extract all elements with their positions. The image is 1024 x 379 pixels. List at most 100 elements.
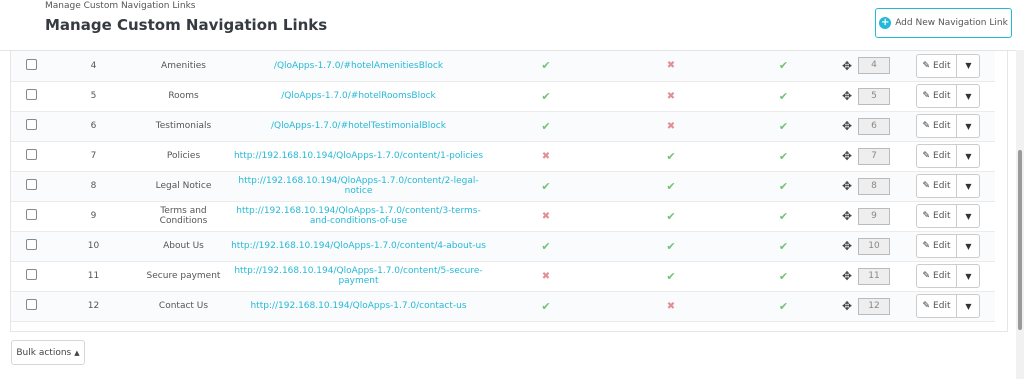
status-cell[interactable]: ✔ xyxy=(486,51,606,82)
move-icon[interactable]: ✥ xyxy=(842,149,852,163)
link-text[interactable]: http://192.168.10.194/QloApps-1.7.0/cont… xyxy=(234,266,482,286)
status-cell[interactable]: ✔ xyxy=(736,141,831,172)
cross-icon[interactable]: ✖ xyxy=(667,301,675,312)
row-checkbox[interactable] xyxy=(25,179,37,190)
caret-down-icon[interactable]: ▼ xyxy=(957,205,979,227)
edit-button[interactable]: ✎ Edit xyxy=(917,265,958,287)
status-cell[interactable]: ✔ xyxy=(486,291,606,322)
breadcrumb[interactable]: Manage Custom Navigation Links xyxy=(45,1,195,11)
check-icon[interactable]: ✔ xyxy=(666,270,675,283)
check-icon[interactable]: ✔ xyxy=(779,270,788,283)
caret-down-icon[interactable]: ▼ xyxy=(957,85,979,107)
status-cell[interactable]: ✔ xyxy=(606,231,736,262)
status-cell[interactable]: ✔ xyxy=(606,201,736,232)
check-icon[interactable]: ✔ xyxy=(541,180,550,193)
status-cell[interactable]: ✔ xyxy=(606,171,736,202)
cross-icon[interactable]: ✖ xyxy=(542,151,550,162)
move-icon[interactable]: ✥ xyxy=(842,209,852,223)
row-checkbox[interactable] xyxy=(25,239,37,250)
status-cell[interactable]: ✔ xyxy=(486,171,606,202)
move-icon[interactable]: ✥ xyxy=(842,119,852,133)
check-icon[interactable]: ✔ xyxy=(779,150,788,163)
caret-down-icon[interactable]: ▼ xyxy=(957,115,979,137)
bulk-actions-button[interactable]: Bulk actions ▲ xyxy=(11,340,85,365)
edit-button[interactable]: ✎ Edit xyxy=(917,54,958,77)
row-checkbox[interactable] xyxy=(25,58,37,70)
caret-down-icon[interactable]: ▼ xyxy=(957,265,979,287)
status-cell[interactable]: ✔ xyxy=(736,51,831,82)
check-icon[interactable]: ✔ xyxy=(541,240,550,253)
row-checkbox[interactable] xyxy=(25,149,37,160)
check-icon[interactable]: ✔ xyxy=(666,210,675,223)
check-icon[interactable]: ✔ xyxy=(541,59,550,72)
edit-button[interactable]: ✎ Edit xyxy=(917,295,958,317)
caret-down-icon[interactable]: ▼ xyxy=(957,295,979,317)
check-icon[interactable]: ✔ xyxy=(541,120,550,133)
check-icon[interactable]: ✔ xyxy=(779,120,788,133)
link-text[interactable]: /QloApps-1.7.0/#hotelRoomsBlock xyxy=(281,91,436,101)
status-cell[interactable]: ✔ xyxy=(606,261,736,292)
edit-button[interactable]: ✎ Edit xyxy=(917,175,958,197)
scrollbar-thumb[interactable] xyxy=(1018,150,1022,330)
row-checkbox[interactable] xyxy=(25,89,37,100)
link-text[interactable]: /QloApps-1.7.0/#hotelAmenitiesBlock xyxy=(274,61,443,71)
edit-button[interactable]: ✎ Edit xyxy=(917,205,958,227)
check-icon[interactable]: ✔ xyxy=(541,90,550,103)
status-cell[interactable]: ✔ xyxy=(606,141,736,172)
vertical-scrollbar[interactable] xyxy=(1016,50,1024,379)
link-text[interactable]: http://192.168.10.194/QloApps-1.7.0/cont… xyxy=(234,151,483,161)
status-cell[interactable]: ✖ xyxy=(606,111,736,142)
cross-icon[interactable]: ✖ xyxy=(667,91,675,102)
link-text[interactable]: /QloApps-1.7.0/#hotelTestimonialBlock xyxy=(271,121,446,131)
cross-icon[interactable]: ✖ xyxy=(542,271,550,282)
caret-down-icon[interactable]: ▼ xyxy=(957,175,979,197)
check-icon[interactable]: ✔ xyxy=(779,210,788,223)
status-cell[interactable]: ✖ xyxy=(486,201,606,232)
check-icon[interactable]: ✔ xyxy=(779,300,788,313)
caret-down-icon[interactable]: ▼ xyxy=(957,235,979,257)
edit-button[interactable]: ✎ Edit xyxy=(917,235,958,257)
check-icon[interactable]: ✔ xyxy=(779,90,788,103)
status-cell[interactable]: ✔ xyxy=(736,171,831,202)
status-cell[interactable]: ✔ xyxy=(736,111,831,142)
check-icon[interactable]: ✔ xyxy=(666,150,675,163)
check-icon[interactable]: ✔ xyxy=(541,300,550,313)
caret-down-icon[interactable]: ▼ xyxy=(957,145,979,167)
move-icon[interactable]: ✥ xyxy=(842,269,852,283)
status-cell[interactable]: ✖ xyxy=(486,141,606,172)
check-icon[interactable]: ✔ xyxy=(666,240,675,253)
status-cell[interactable]: ✔ xyxy=(486,111,606,142)
link-text[interactable]: http://192.168.10.194/QloApps-1.7.0/cont… xyxy=(250,301,466,311)
status-cell[interactable]: ✖ xyxy=(486,261,606,292)
add-new-navigation-link-button[interactable]: + Add New Navigation Link xyxy=(875,8,1012,38)
link-text[interactable]: http://192.168.10.194/QloApps-1.7.0/cont… xyxy=(238,176,478,196)
status-cell[interactable]: ✔ xyxy=(736,231,831,262)
caret-down-icon[interactable]: ▼ xyxy=(957,55,979,77)
move-icon[interactable]: ✥ xyxy=(842,59,852,73)
status-cell[interactable]: ✔ xyxy=(486,231,606,262)
edit-button[interactable]: ✎ Edit xyxy=(917,115,958,137)
move-icon[interactable]: ✥ xyxy=(842,299,852,313)
row-checkbox[interactable] xyxy=(25,269,37,280)
status-cell[interactable]: ✖ xyxy=(606,81,736,112)
row-checkbox[interactable] xyxy=(25,119,37,130)
cross-icon[interactable]: ✖ xyxy=(542,211,550,222)
status-cell[interactable]: ✔ xyxy=(736,261,831,292)
cross-icon[interactable]: ✖ xyxy=(667,121,675,132)
check-icon[interactable]: ✔ xyxy=(779,240,788,253)
link-text[interactable]: http://192.168.10.194/QloApps-1.7.0/cont… xyxy=(236,206,481,226)
row-checkbox[interactable] xyxy=(25,209,37,220)
cross-icon[interactable]: ✖ xyxy=(667,60,675,71)
status-cell[interactable]: ✔ xyxy=(486,81,606,112)
status-cell[interactable]: ✖ xyxy=(606,51,736,82)
status-cell[interactable]: ✖ xyxy=(606,291,736,322)
move-icon[interactable]: ✥ xyxy=(842,89,852,103)
move-icon[interactable]: ✥ xyxy=(842,179,852,193)
status-cell[interactable]: ✔ xyxy=(736,81,831,112)
check-icon[interactable]: ✔ xyxy=(779,180,788,193)
link-text[interactable]: http://192.168.10.194/QloApps-1.7.0/cont… xyxy=(231,241,486,251)
status-cell[interactable]: ✔ xyxy=(736,201,831,232)
check-icon[interactable]: ✔ xyxy=(779,59,788,72)
move-icon[interactable]: ✥ xyxy=(842,239,852,253)
row-checkbox[interactable] xyxy=(25,299,37,310)
